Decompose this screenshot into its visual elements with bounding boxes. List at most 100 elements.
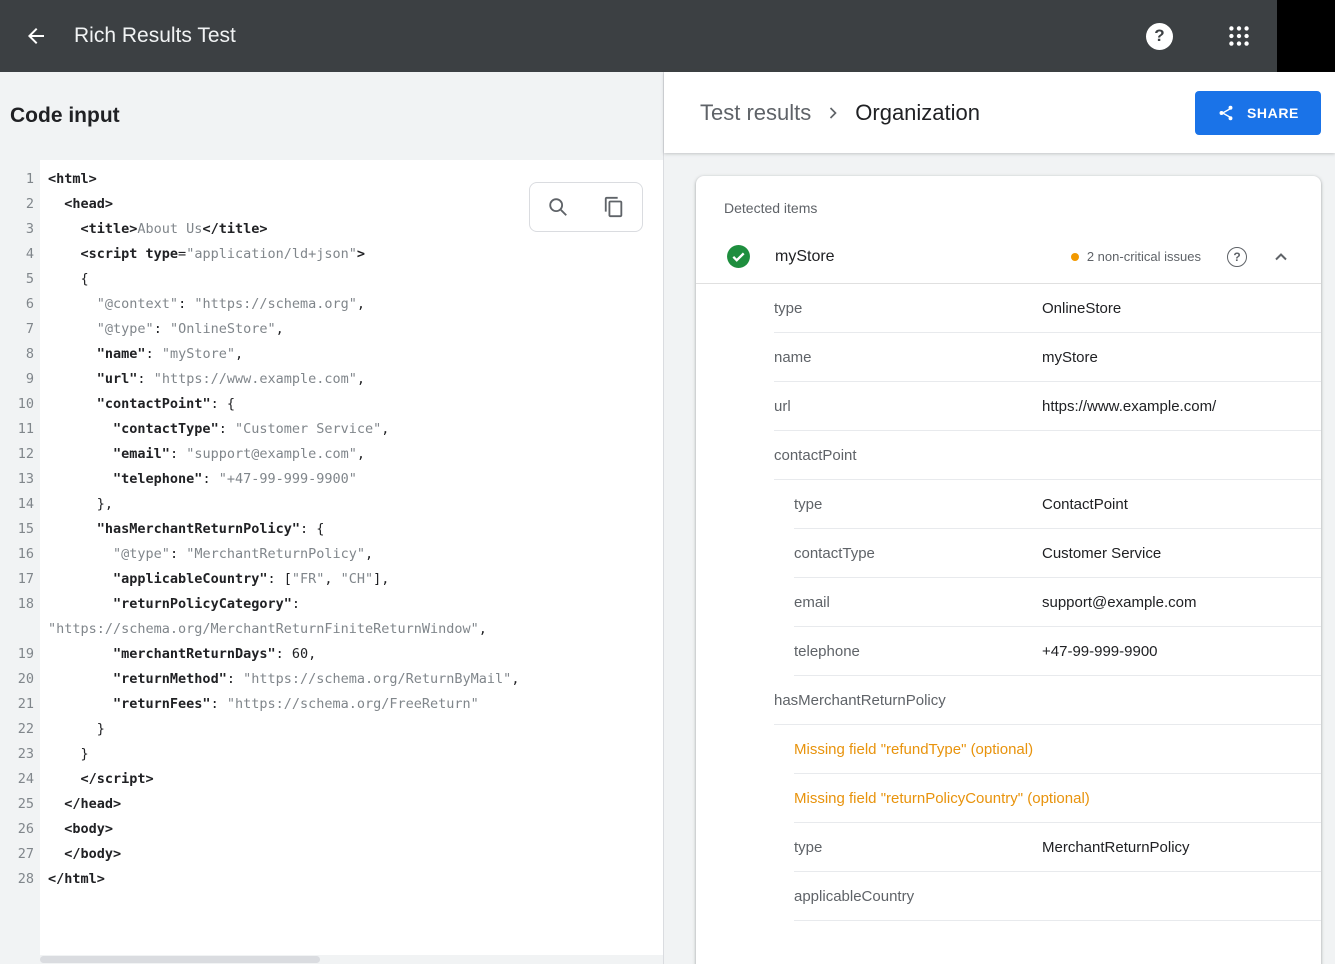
search-icon bbox=[547, 196, 569, 218]
code-line-text: </html> bbox=[40, 867, 105, 892]
code-line: 27 </body> bbox=[0, 842, 663, 867]
code-input-title: Code input bbox=[10, 104, 120, 128]
result-group-row: hasMerchantReturnPolicy bbox=[774, 676, 1321, 725]
line-number: 11 bbox=[0, 417, 40, 442]
result-row: emailsupport@example.com bbox=[794, 578, 1321, 627]
code-line: 8 "name": "myStore", bbox=[0, 342, 663, 367]
line-number: 1 bbox=[0, 167, 40, 192]
row-label: type bbox=[794, 839, 1042, 856]
app-title: Rich Results Test bbox=[74, 24, 236, 48]
detected-items-label: Detected items bbox=[696, 176, 1321, 230]
result-row: typeContactPoint bbox=[794, 480, 1321, 529]
help-outline-icon[interactable]: ? bbox=[1227, 247, 1247, 267]
code-editor[interactable]: 1<html>2 <head>3 <title>About Us</title>… bbox=[0, 160, 663, 964]
results-body: Detected items myStore 2 non-critical is… bbox=[664, 153, 1335, 964]
code-line-text: "@context": "https://schema.org", bbox=[40, 292, 365, 317]
row-label: type bbox=[794, 496, 1042, 513]
detected-rows: typeOnlineStorenamemyStoreurlhttps://www… bbox=[696, 284, 1321, 921]
code-line-text: "contactPoint": { bbox=[40, 392, 235, 417]
code-line: 7 "@type": "OnlineStore", bbox=[0, 317, 663, 342]
code-lines: 1<html>2 <head>3 <title>About Us</title>… bbox=[0, 167, 663, 892]
row-value: https://www.example.com/ bbox=[1042, 398, 1321, 415]
code-line: 19 "merchantReturnDays": 60, bbox=[0, 642, 663, 667]
result-group-row: applicableCountry bbox=[794, 872, 1321, 921]
code-line-text: <html> bbox=[40, 167, 97, 192]
code-input-header: Code input bbox=[0, 72, 663, 160]
row-value: +47-99-999-9900 bbox=[1042, 643, 1321, 660]
code-line-text: <script type="application/ld+json"> bbox=[40, 242, 365, 267]
code-line-text: "returnPolicyCategory": bbox=[40, 592, 300, 617]
line-number: 16 bbox=[0, 542, 40, 567]
code-line-text: } bbox=[40, 717, 105, 742]
code-line: 17 "applicableCountry": ["FR", "CH"], bbox=[0, 567, 663, 592]
main-split: Code input 1<html>2 <head>3 <title>About… bbox=[0, 72, 1335, 964]
line-number: 20 bbox=[0, 667, 40, 692]
code-line-text: "https://schema.org/MerchantReturnFinite… bbox=[40, 617, 487, 642]
collapse-button[interactable] bbox=[1269, 245, 1293, 269]
copy-icon bbox=[603, 196, 625, 218]
row-label: type bbox=[774, 300, 1042, 317]
detected-items-card: Detected items myStore 2 non-critical is… bbox=[696, 176, 1321, 964]
line-number: 13 bbox=[0, 467, 40, 492]
issues-summary: 2 non-critical issues bbox=[1071, 249, 1201, 264]
line-number: 9 bbox=[0, 367, 40, 392]
code-line: 26 <body> bbox=[0, 817, 663, 842]
issues-count-text: 2 non-critical issues bbox=[1087, 249, 1201, 264]
line-number: 4 bbox=[0, 242, 40, 267]
code-line-text: "name": "myStore", bbox=[40, 342, 243, 367]
code-line-text: </head> bbox=[40, 792, 121, 817]
test-results-panel: Test results Organization SHARE Detected… bbox=[664, 72, 1335, 964]
code-line: 24 </script> bbox=[0, 767, 663, 792]
code-line-text: "@type": "MerchantReturnPolicy", bbox=[40, 542, 373, 567]
code-line: 28</html> bbox=[0, 867, 663, 892]
code-line-text: "contactType": "Customer Service", bbox=[40, 417, 389, 442]
profile-area[interactable] bbox=[1277, 0, 1335, 72]
code-line-text: <title>About Us</title> bbox=[40, 217, 267, 242]
code-line: 13 "telephone": "+47-99-999-9900" bbox=[0, 467, 663, 492]
code-line-text: "url": "https://www.example.com", bbox=[40, 367, 365, 392]
result-row: telephone+47-99-999-9900 bbox=[794, 627, 1321, 676]
copy-code-button[interactable] bbox=[586, 183, 642, 231]
code-line-text: "email": "support@example.com", bbox=[40, 442, 365, 467]
arrow-back-icon bbox=[24, 24, 48, 48]
warning-dot-icon bbox=[1071, 253, 1079, 261]
scrollbar-thumb[interactable] bbox=[40, 956, 320, 963]
search-code-button[interactable] bbox=[530, 183, 586, 231]
apps-grid-button[interactable] bbox=[1219, 16, 1259, 56]
chevron-right-icon bbox=[823, 103, 843, 123]
line-number bbox=[0, 617, 40, 642]
row-value: Customer Service bbox=[1042, 545, 1321, 562]
code-line: 11 "contactType": "Customer Service", bbox=[0, 417, 663, 442]
line-number: 22 bbox=[0, 717, 40, 742]
result-row: typeOnlineStore bbox=[774, 284, 1321, 333]
back-button[interactable] bbox=[16, 16, 56, 56]
code-line-text: "returnFees": "https://schema.org/FreeRe… bbox=[40, 692, 479, 717]
apps-grid-icon bbox=[1226, 23, 1252, 49]
code-line: 16 "@type": "MerchantReturnPolicy", bbox=[0, 542, 663, 567]
success-check-icon bbox=[726, 244, 751, 269]
line-number: 2 bbox=[0, 192, 40, 217]
line-number: 14 bbox=[0, 492, 40, 517]
code-line: 9 "url": "https://www.example.com", bbox=[0, 367, 663, 392]
entity-row-mystore[interactable]: myStore 2 non-critical issues ? bbox=[696, 230, 1321, 284]
chevron-up-icon bbox=[1269, 245, 1293, 269]
line-number: 8 bbox=[0, 342, 40, 367]
share-button[interactable]: SHARE bbox=[1195, 91, 1321, 135]
entity-name: myStore bbox=[775, 248, 835, 266]
line-number: 5 bbox=[0, 267, 40, 292]
code-line-text: <body> bbox=[40, 817, 113, 842]
code-line: 6 "@context": "https://schema.org", bbox=[0, 292, 663, 317]
line-number: 28 bbox=[0, 867, 40, 892]
code-line: 14 }, bbox=[0, 492, 663, 517]
result-row: contactTypeCustomer Service bbox=[794, 529, 1321, 578]
line-number: 19 bbox=[0, 642, 40, 667]
code-line-text: </script> bbox=[40, 767, 154, 792]
code-line: 10 "contactPoint": { bbox=[0, 392, 663, 417]
horizontal-scrollbar[interactable] bbox=[40, 955, 663, 964]
missing-field-warning: Missing field "returnPolicyCountry" (opt… bbox=[794, 774, 1321, 823]
result-row: typeMerchantReturnPolicy bbox=[794, 823, 1321, 872]
line-number: 15 bbox=[0, 517, 40, 542]
breadcrumb-test-results[interactable]: Test results bbox=[700, 100, 811, 126]
help-icon[interactable]: ? bbox=[1146, 23, 1173, 50]
row-value: ContactPoint bbox=[1042, 496, 1321, 513]
